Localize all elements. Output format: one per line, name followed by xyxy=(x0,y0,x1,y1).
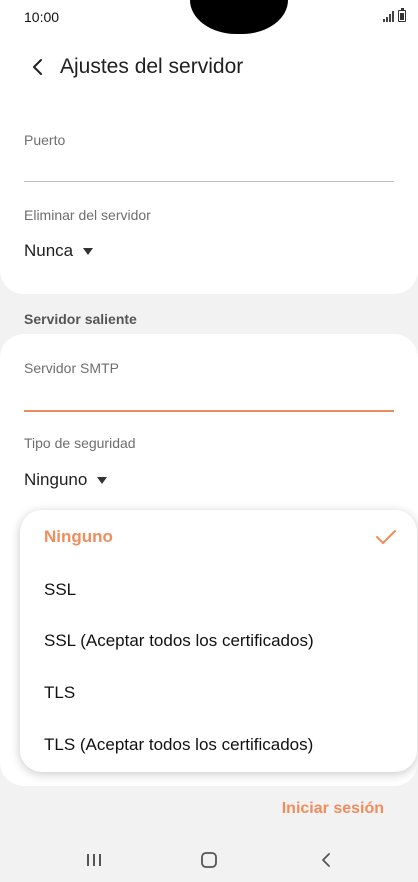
camera-notch xyxy=(190,0,288,34)
smtp-underline xyxy=(24,410,394,412)
delete-from-server-label: Eliminar del servidor xyxy=(24,207,151,223)
security-type-value: Ninguno xyxy=(24,470,88,489)
nav-back-icon[interactable] xyxy=(314,850,338,870)
security-type-dropdown[interactable]: Ninguno xyxy=(24,470,108,490)
recents-icon[interactable] xyxy=(82,850,106,870)
smtp-label: Servidor SMTP xyxy=(24,360,119,376)
page-title: Ajustes del servidor xyxy=(60,55,244,78)
incoming-settings-card: Puerto Eliminar del servidor Nunca xyxy=(0,100,418,294)
signin-button[interactable]: Iniciar sesión xyxy=(282,800,384,818)
security-option-ssl[interactable]: SSL xyxy=(44,580,76,600)
security-option-tls-accept-all[interactable]: TLS (Aceptar todos los certificados) xyxy=(44,735,313,755)
security-option-tls[interactable]: TLS xyxy=(44,683,75,703)
delete-from-server-dropdown[interactable]: Nunca xyxy=(24,241,94,261)
security-option-ssl-accept-all[interactable]: SSL (Aceptar todos los certificados) xyxy=(44,631,314,651)
battery-icon xyxy=(398,7,406,22)
navigation-bar xyxy=(0,840,418,882)
status-time: 10:00 xyxy=(24,9,60,25)
home-icon[interactable] xyxy=(197,850,221,870)
signal-icon xyxy=(383,10,394,22)
status-bar: 10:00 xyxy=(0,0,418,34)
back-arrow-icon[interactable] xyxy=(18,47,58,87)
dropdown-arrow-icon xyxy=(83,247,94,255)
check-icon xyxy=(376,530,396,544)
port-underline xyxy=(24,181,394,182)
port-label: Puerto xyxy=(24,132,66,148)
security-option-none[interactable]: Ninguno xyxy=(44,527,113,547)
app-header: Ajustes del servidor xyxy=(0,34,418,100)
security-type-label: Tipo de seguridad xyxy=(24,435,136,451)
outgoing-section-title: Servidor saliente xyxy=(24,311,137,327)
dropdown-arrow-icon xyxy=(97,476,108,484)
delete-from-server-value: Nunca xyxy=(24,241,74,260)
port-input[interactable] xyxy=(24,152,394,180)
status-icons xyxy=(383,7,406,22)
smtp-input[interactable] xyxy=(24,380,394,408)
security-type-menu: Ninguno SSL SSL (Aceptar todos los certi… xyxy=(20,510,417,772)
